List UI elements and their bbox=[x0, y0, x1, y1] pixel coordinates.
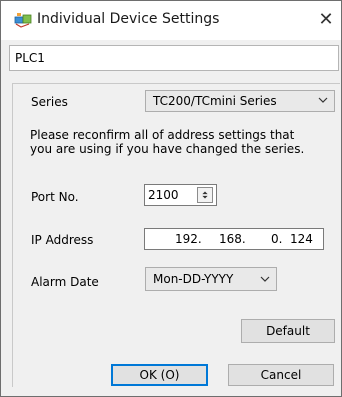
dialog-window: Individual Device Settings ✕ PLC1 Series… bbox=[0, 0, 342, 397]
window-title: Individual Device Settings bbox=[37, 11, 220, 27]
ip-address-label: IP Address bbox=[31, 233, 94, 247]
series-label: Series bbox=[31, 95, 68, 109]
alarm-date-select[interactable]: Mon-DD-YYYY bbox=[145, 267, 277, 291]
spinner-icon[interactable] bbox=[197, 187, 213, 203]
alarm-date-label: Alarm Date bbox=[31, 275, 99, 289]
series-change-note: Please reconfirm all of address settings… bbox=[30, 128, 340, 156]
chevron-down-icon bbox=[260, 276, 270, 282]
port-value: 2100 bbox=[148, 188, 179, 202]
series-value: TC200/TCmini Series bbox=[153, 94, 277, 108]
device-name-bar: PLC1 bbox=[9, 45, 339, 71]
ip-octet-2[interactable]: 168. bbox=[219, 232, 246, 246]
ip-address-field[interactable]: 192. 168. 0. 124 bbox=[144, 228, 324, 250]
port-stepper[interactable]: 2100 bbox=[144, 184, 217, 206]
default-button[interactable]: Default bbox=[241, 319, 335, 343]
close-icon: ✕ bbox=[318, 9, 334, 30]
title-bar: Individual Device Settings ✕ bbox=[1, 1, 341, 40]
note-line-2: you are using if you have changed the se… bbox=[30, 142, 305, 156]
chevron-down-icon bbox=[318, 97, 328, 103]
cancel-button[interactable]: Cancel bbox=[228, 364, 334, 386]
device-name: PLC1 bbox=[15, 51, 45, 65]
ip-octet-4[interactable]: 124 bbox=[290, 232, 313, 246]
note-line-1: Please reconfirm all of address settings… bbox=[30, 128, 295, 142]
alarm-date-value: Mon-DD-YYYY bbox=[153, 272, 234, 286]
ip-octet-1[interactable]: 192. bbox=[175, 232, 202, 246]
ok-button[interactable]: OK (O) bbox=[111, 364, 208, 386]
series-select[interactable]: TC200/TCmini Series bbox=[145, 90, 335, 112]
port-label: Port No. bbox=[31, 190, 79, 204]
network-devices-icon bbox=[14, 13, 32, 28]
ip-octet-3[interactable]: 0. bbox=[271, 232, 282, 246]
close-button[interactable]: ✕ bbox=[311, 6, 341, 34]
